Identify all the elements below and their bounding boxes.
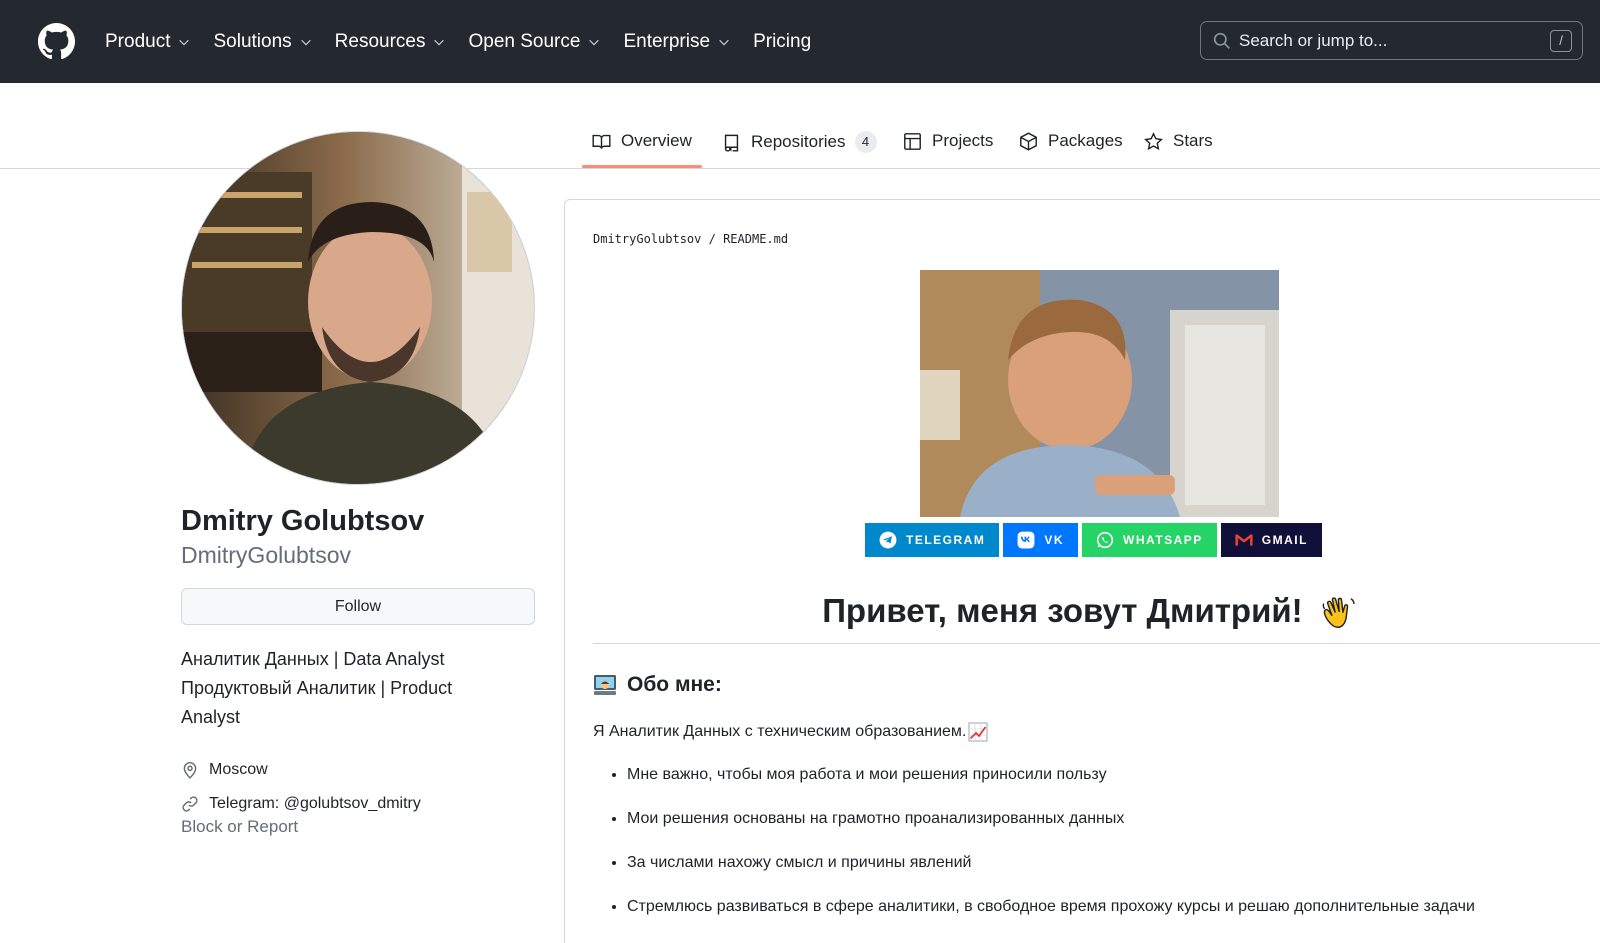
repositories-count-badge: 4 bbox=[854, 131, 877, 153]
nav-open-source[interactable]: Open Source bbox=[468, 31, 601, 53]
list-item: Мои решения основаны на грамотно проанал… bbox=[627, 797, 1475, 841]
vk-badge[interactable]: VK bbox=[1003, 523, 1079, 557]
bio-line: Analyst bbox=[181, 707, 241, 727]
tab-stars-label: Stars bbox=[1173, 131, 1213, 150]
vk-icon bbox=[1017, 531, 1035, 549]
readme-card: DmitryGolubtsov / README.md TELEGRAM VK … bbox=[564, 199, 1600, 943]
tab-overview-label: Overview bbox=[621, 131, 692, 150]
profile-fullname: Dmitry Golubtsov bbox=[181, 505, 425, 537]
profile-location: Moscow bbox=[181, 761, 268, 779]
intro-text: Я Аналитик Данных с техническим образова… bbox=[593, 723, 967, 740]
gmail-icon bbox=[1235, 534, 1253, 546]
list-item: За числами нахожу смысл и причины явлени… bbox=[627, 841, 1475, 885]
star-icon bbox=[1144, 131, 1163, 150]
global-header: Product Solutions Resources Open Source … bbox=[0, 0, 1600, 83]
search-icon bbox=[1213, 32, 1230, 49]
whatsapp-badge[interactable]: WHATSAPP bbox=[1082, 523, 1217, 557]
bio-line: Продуктовый Аналитик | Product bbox=[181, 678, 453, 698]
search-input[interactable]: Search or jump to... / bbox=[1200, 21, 1583, 60]
follow-button[interactable]: Follow bbox=[181, 588, 535, 625]
nav-solutions[interactable]: Solutions bbox=[213, 31, 312, 53]
profile-link[interactable]: Telegram: @golubtsov_dmitry bbox=[181, 795, 421, 813]
main-nav: Product Solutions Resources Open Source … bbox=[105, 0, 833, 83]
nav-enterprise[interactable]: Enterprise bbox=[623, 31, 731, 53]
tab-packages-label: Packages bbox=[1048, 131, 1123, 150]
location-icon bbox=[183, 762, 197, 779]
chevron-down-icon bbox=[589, 39, 600, 45]
telegram-badge[interactable]: TELEGRAM bbox=[865, 523, 1000, 557]
about-heading-text: Обо мне: bbox=[627, 673, 722, 696]
chevron-down-icon bbox=[434, 39, 445, 45]
greeting-text: Привет, меня зовут Дмитрий! bbox=[822, 592, 1303, 629]
profile-username: DmitryGolubtsov bbox=[181, 542, 351, 568]
nav-resources[interactable]: Resources bbox=[335, 31, 447, 53]
tab-repositories[interactable]: Repositories 4 bbox=[722, 131, 877, 153]
readme-owner[interactable]: DmitryGolubtsov bbox=[593, 232, 701, 246]
readme-filename[interactable]: README.md bbox=[723, 232, 788, 246]
tab-repositories-label: Repositories bbox=[751, 132, 846, 151]
about-heading: Обо мне: bbox=[593, 673, 722, 697]
nav-pricing-label: Pricing bbox=[753, 30, 812, 52]
location-text: Moscow bbox=[209, 761, 268, 778]
active-tab-indicator bbox=[582, 165, 702, 168]
chevron-down-icon bbox=[179, 39, 190, 45]
intro-paragraph: Я Аналитик Данных с техническим образова… bbox=[593, 722, 988, 742]
bio-line: Аналитик Данных | Data Analyst bbox=[181, 649, 445, 669]
chevron-down-icon bbox=[300, 39, 311, 45]
link-text: Telegram: @golubtsov_dmitry bbox=[209, 795, 421, 812]
readme-gif bbox=[920, 270, 1279, 517]
list-item: Стремлюсь развиваться в сфере аналитики,… bbox=[627, 885, 1475, 929]
link-icon bbox=[182, 796, 198, 812]
book-icon bbox=[592, 134, 611, 149]
profile-bio: Аналитик Данных | Data Analyst Продуктов… bbox=[181, 645, 535, 732]
path-separator: / bbox=[708, 232, 716, 246]
nav-product-label: Product bbox=[105, 30, 171, 52]
nav-open-source-label: Open Source bbox=[468, 30, 581, 52]
heading-divider bbox=[593, 643, 1600, 644]
nav-solutions-label: Solutions bbox=[213, 30, 292, 52]
list-item: Мне важно, чтобы моя работа и мои решени… bbox=[627, 753, 1475, 797]
avatar-photo bbox=[182, 132, 534, 484]
nav-enterprise-label: Enterprise bbox=[623, 30, 711, 52]
repo-icon bbox=[724, 134, 739, 152]
github-logo-icon[interactable] bbox=[38, 23, 75, 60]
whatsapp-badge-label: WHATSAPP bbox=[1123, 533, 1203, 547]
package-icon bbox=[1020, 131, 1037, 151]
telegram-icon bbox=[879, 531, 897, 549]
waving-hand-icon bbox=[1322, 597, 1355, 629]
gmail-badge-label: GMAIL bbox=[1261, 533, 1308, 547]
avatar[interactable] bbox=[181, 131, 535, 485]
search-placeholder: Search or jump to... bbox=[1239, 30, 1388, 50]
gif-illustration bbox=[920, 270, 1279, 517]
tab-projects-label: Projects bbox=[932, 131, 994, 150]
vk-badge-label: VK bbox=[1044, 533, 1065, 547]
block-or-report-link[interactable]: Block or Report bbox=[181, 817, 298, 837]
chart-increasing-icon bbox=[968, 722, 988, 742]
tab-packages[interactable]: Packages bbox=[1019, 131, 1123, 151]
nav-pricing[interactable]: Pricing bbox=[753, 31, 811, 53]
tab-stars[interactable]: Stars bbox=[1144, 131, 1213, 151]
nav-product[interactable]: Product bbox=[105, 31, 191, 53]
nav-resources-label: Resources bbox=[334, 30, 426, 52]
telegram-badge-label: TELEGRAM bbox=[906, 533, 986, 547]
gmail-badge[interactable]: GMAIL bbox=[1220, 523, 1322, 557]
table-icon bbox=[904, 132, 921, 150]
search-shortcut-key: / bbox=[1550, 30, 1572, 52]
contact-badges: TELEGRAM VK WHATSAPP GMAIL bbox=[865, 523, 1322, 557]
chevron-down-icon bbox=[719, 39, 729, 45]
technologist-icon bbox=[594, 675, 616, 695]
about-bullets: Мне важно, чтобы моя работа и мои решени… bbox=[627, 753, 1475, 929]
profile-tabs: Overview Repositories 4 Projects Package… bbox=[0, 83, 1600, 169]
whatsapp-icon bbox=[1096, 531, 1114, 549]
tab-projects[interactable]: Projects bbox=[903, 131, 993, 151]
readme-greeting-heading: Привет, меня зовут Дмитрий! bbox=[565, 592, 1600, 632]
readme-path: DmitryGolubtsov / README.md bbox=[593, 232, 788, 246]
tab-overview[interactable]: Overview bbox=[592, 131, 692, 151]
